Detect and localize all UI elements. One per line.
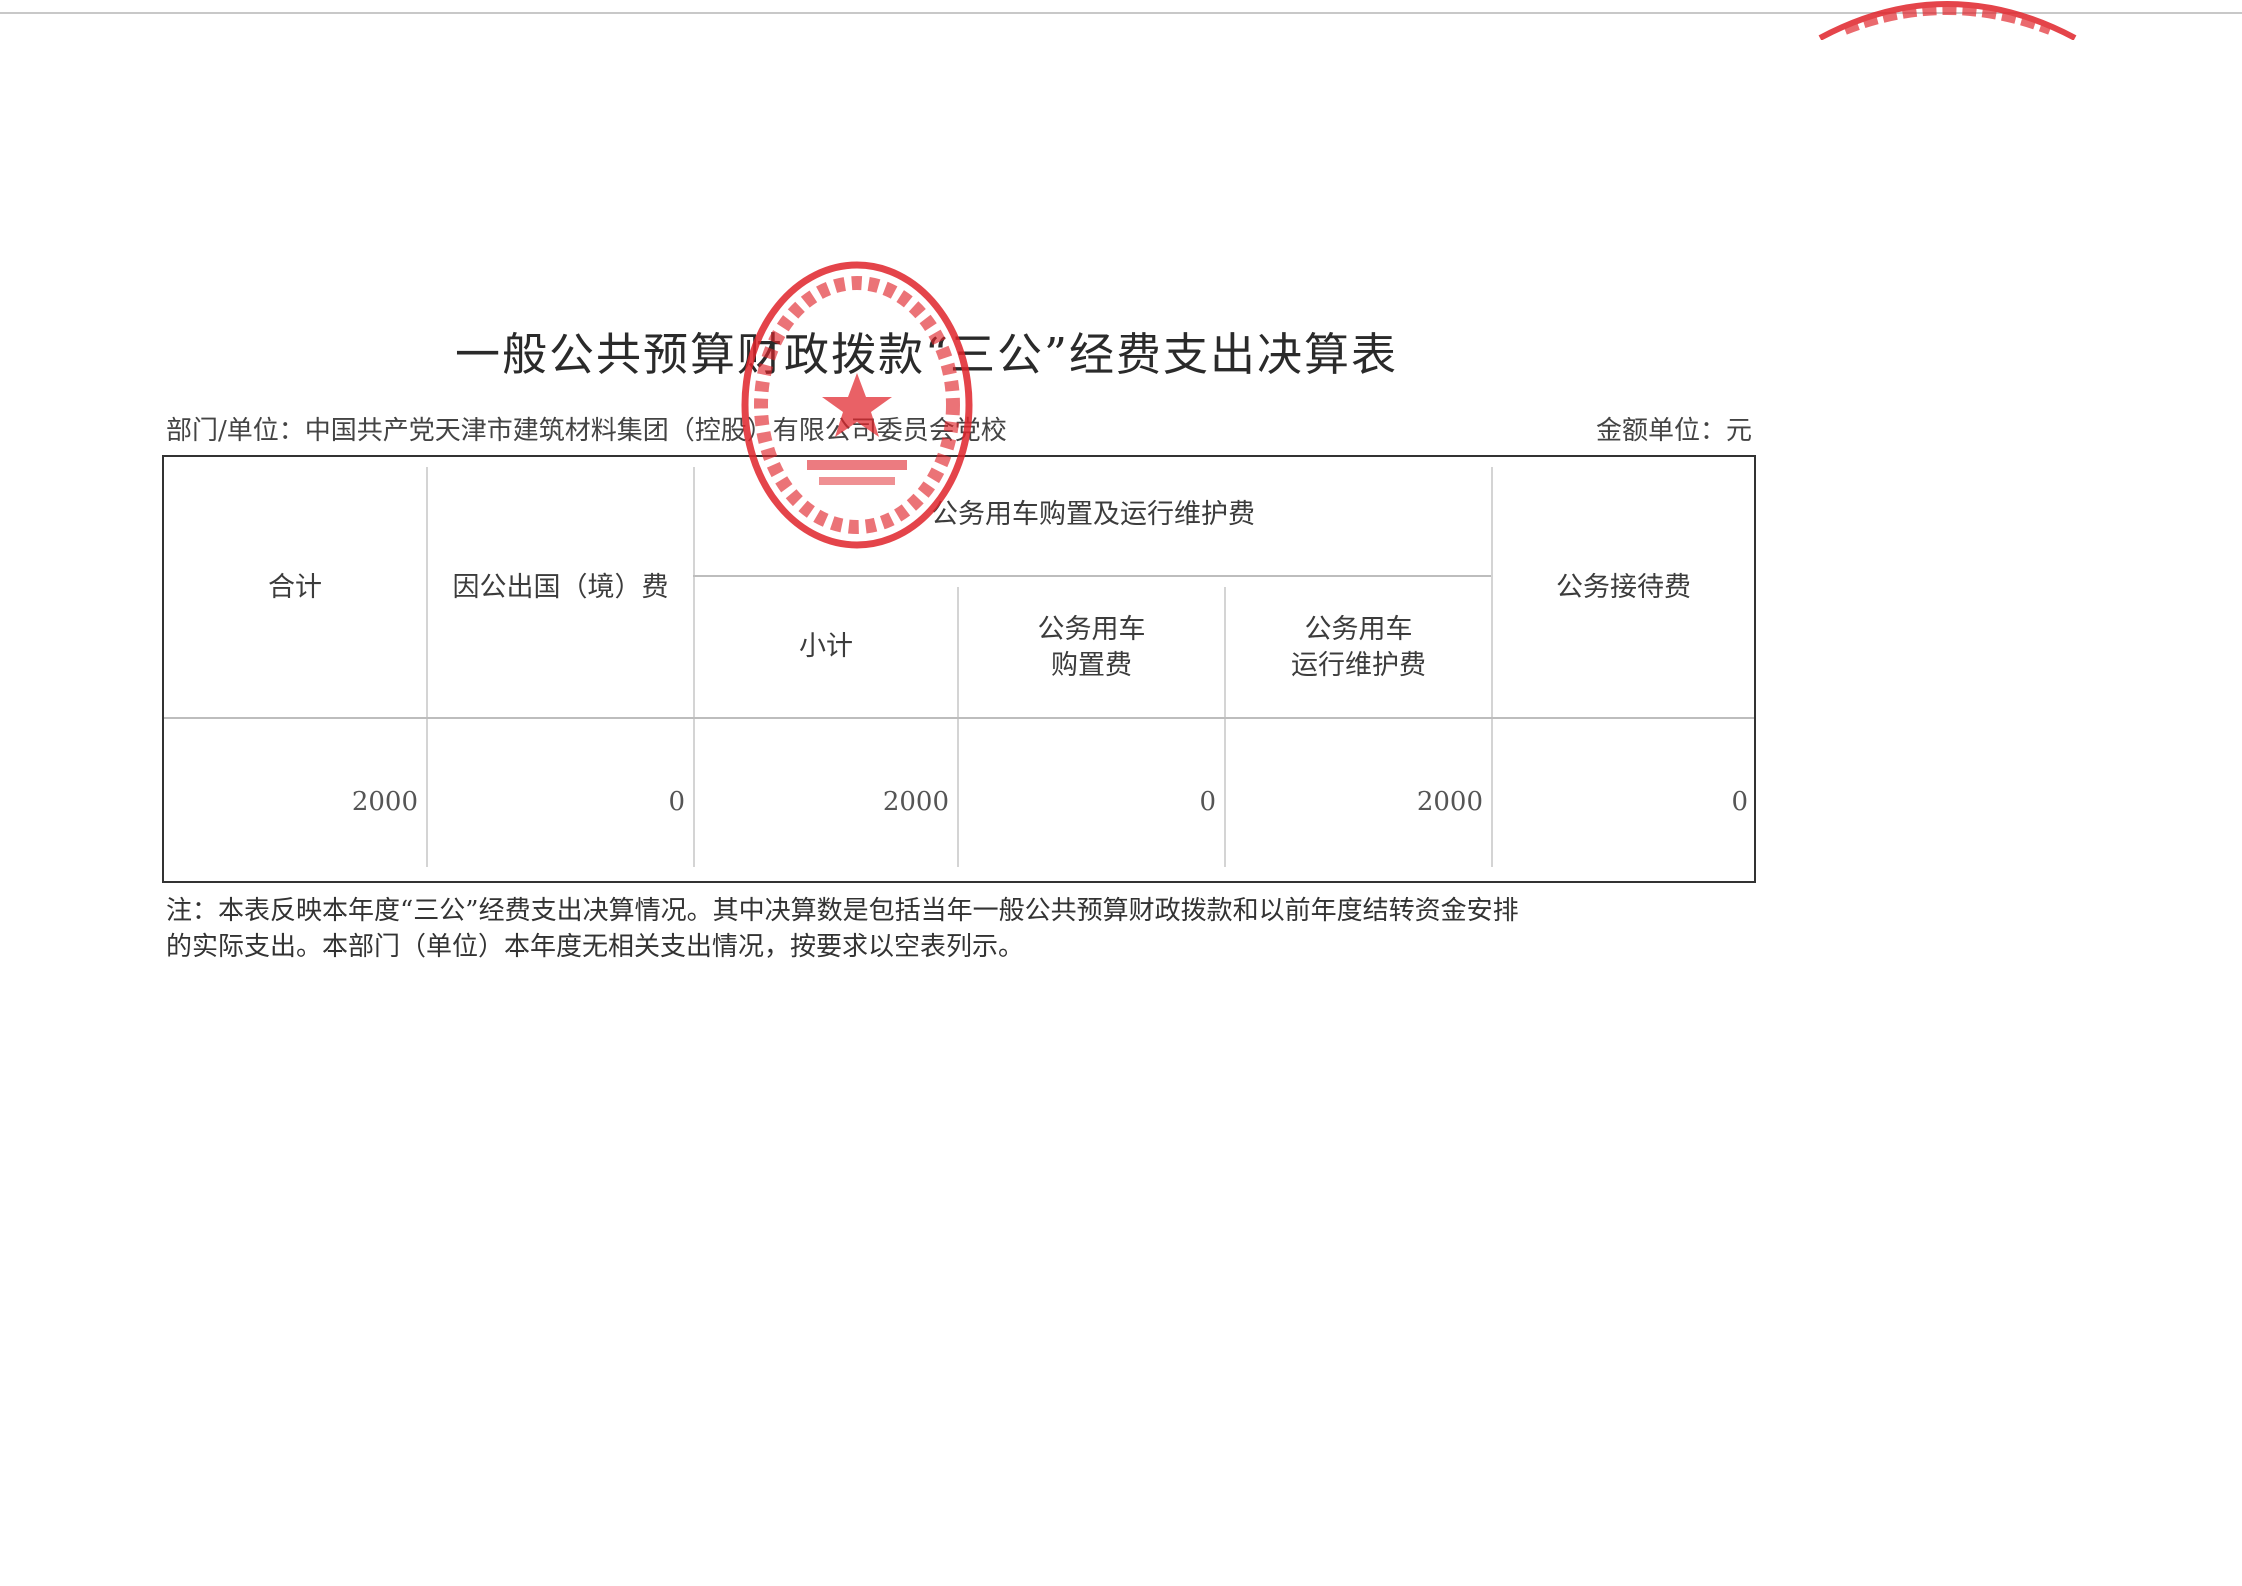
row-divider [164,717,1754,719]
row-divider [693,575,1491,577]
header-vehicle-purchase-line1: 公务用车 [1037,614,1146,645]
header-vehicle-group: 公务用车购置及运行维护费 [931,499,1255,530]
amount-unit-label: 金额单位：元 [1595,416,1752,446]
top-border-rule [0,12,2242,14]
department-label: 部门/单位：中国共产党天津市建筑材料集团（控股）有限公司委员会党校 [166,416,1007,446]
header-reception: 公务接待费 [1556,572,1691,603]
value-subtotal: 2000 [882,787,949,817]
value-reception: 0 [1731,787,1748,817]
header-subtotal: 小计 [799,631,853,662]
value-vehicle-operation: 2000 [1416,787,1483,817]
value-vehicle-purchase: 0 [1199,787,1216,817]
header-vehicle-operation-line1: 公务用车 [1304,614,1413,645]
value-overseas: 0 [668,787,685,817]
page-title: 一般公共预算财政拨款“三公”经费支出决算表 [455,328,1399,381]
header-vehicle-operation-line2: 运行维护费 [1291,650,1426,681]
value-total: 2000 [351,787,418,817]
header-overseas: 因公出国（境）费 [452,572,669,603]
header-total: 合计 [268,572,322,603]
note-line-2: 的实际支出。本部门（单位）本年度无相关支出情况，按要求以空表列示。 [166,932,1025,962]
partial-seal-stamp-top [1818,1,2077,40]
expense-table: 合计 因公出国（境）费 公务用车购置及运行维护费 小计 公务用车 购置费 公务用… [162,455,1756,883]
header-vehicle-purchase-line2: 购置费 [1051,650,1132,681]
table-note: 注：本表反映本年度“三公”经费支出决算情况。其中决算数是包括当年一般公共预算财政… [166,893,1766,965]
note-line-1: 注：本表反映本年度“三公”经费支出决算情况。其中决算数是包括当年一般公共预算财政… [166,896,1519,926]
